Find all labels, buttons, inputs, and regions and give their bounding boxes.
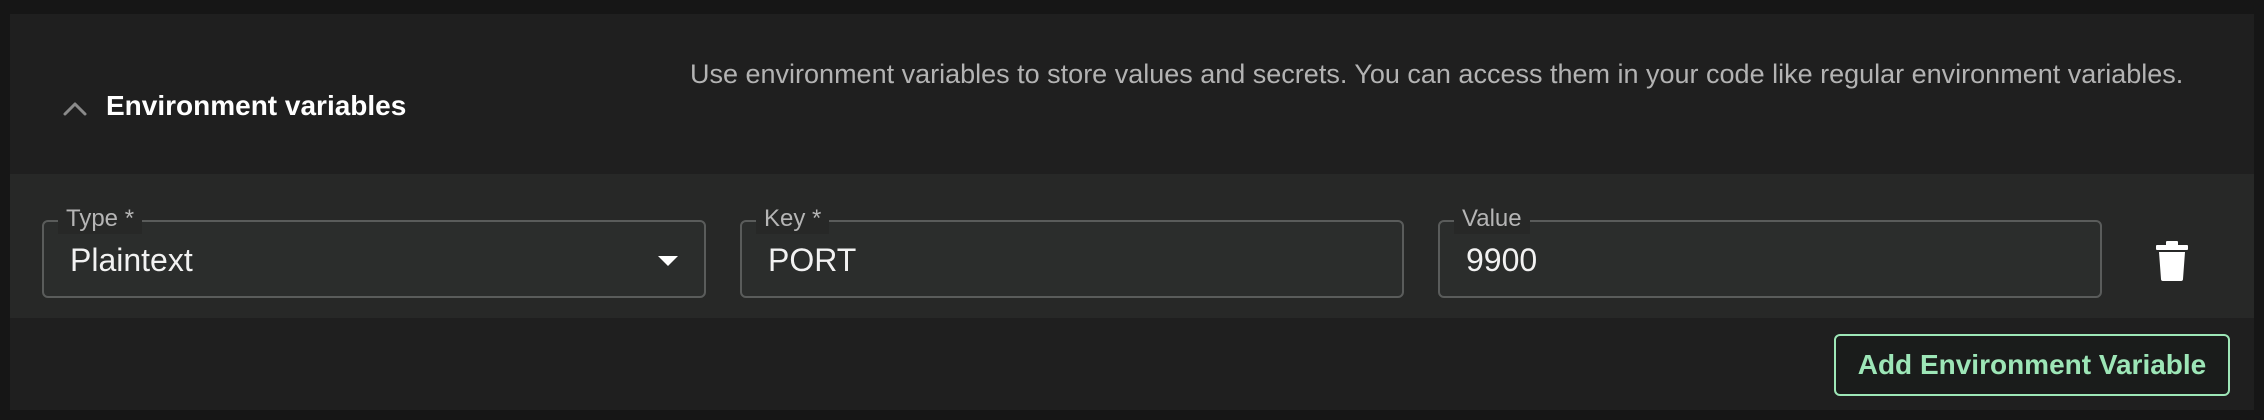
key-label: Key * [756,204,830,234]
key-value[interactable]: PORT [768,240,856,280]
value-input[interactable]: Value 9900 [1438,204,2102,298]
trash-icon[interactable] [2150,238,2194,284]
section-description: Use environment variables to store value… [690,59,2184,89]
env-variable-row: Type * Plaintext Key * PORT Value 9900 [10,174,2254,318]
add-environment-variable-button[interactable]: Add Environment Variable [1834,334,2230,396]
type-label: Type * [58,204,143,234]
section-title[interactable]: Environment variables [106,90,406,122]
type-select[interactable]: Type * Plaintext [42,204,706,298]
chevron-up-icon[interactable] [50,84,100,134]
environment-variables-panel: Environment variables Use environment va… [10,14,2254,410]
value-value[interactable]: 9900 [1466,240,1537,280]
value-label: Value [1454,204,1530,234]
caret-down-icon[interactable] [658,256,678,266]
section-header: Environment variables Use environment va… [10,14,2254,174]
type-value: Plaintext [70,242,193,278]
key-input[interactable]: Key * PORT [740,204,1404,298]
